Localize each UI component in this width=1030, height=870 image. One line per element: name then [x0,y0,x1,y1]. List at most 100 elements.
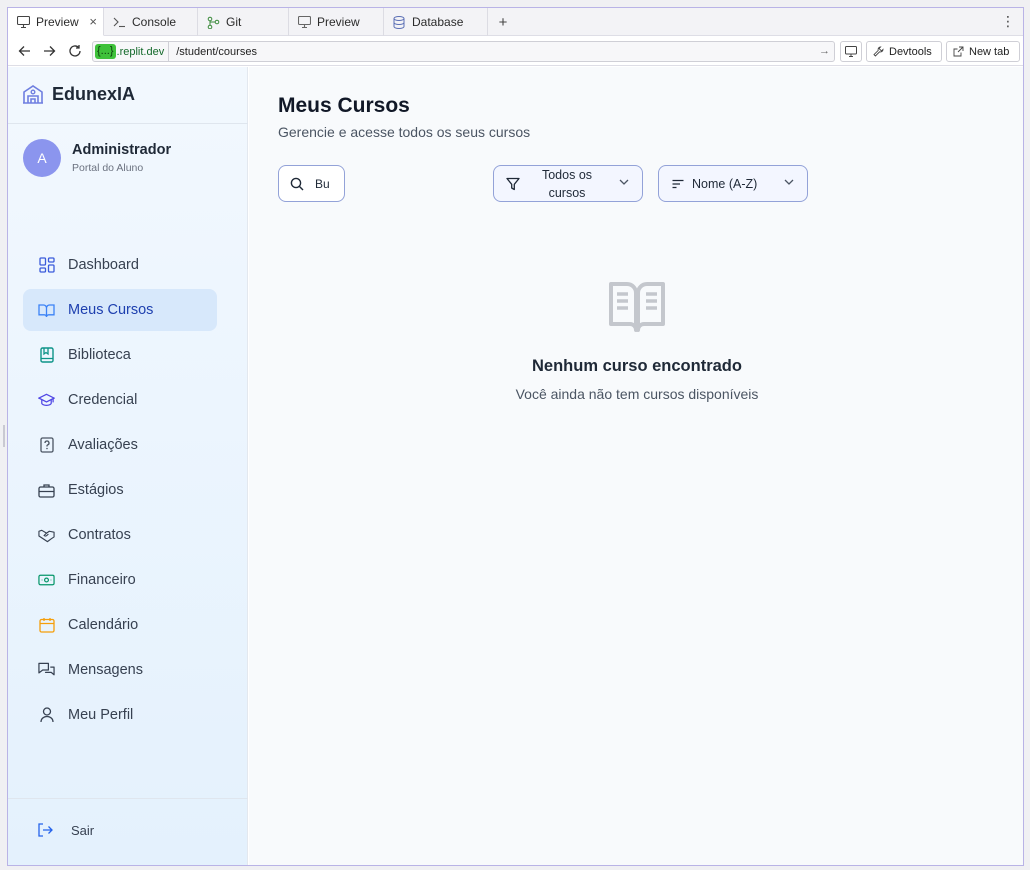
search-icon [290,177,304,191]
tab-label: Preview [317,15,360,29]
close-icon[interactable]: × [89,14,97,29]
tab-console[interactable]: Console [104,8,198,36]
wrench-icon [873,46,884,57]
sort-selected-value: Nome (A-Z) [692,176,758,191]
tab-git[interactable]: Git [198,8,289,36]
divider [8,798,248,799]
school-icon [22,83,44,105]
empty-state-title: Nenhum curso encontrado [532,357,742,375]
file-question-icon [38,437,55,454]
more-vertical-icon[interactable]: ⋮ [1001,13,1015,30]
sidebar-item-label: Biblioteca [68,347,131,363]
address-row: {...} .replit.dev /student/courses → Dev… [8,37,1023,66]
library-icon [38,347,55,364]
sort-select[interactable]: Nome (A-Z) [658,165,808,202]
terminal-icon [112,15,126,29]
search-input[interactable]: Bu [278,165,345,202]
divider [8,123,248,124]
git-branch-icon [206,15,220,29]
sidebar-item-mensagens[interactable]: Mensagens [23,649,217,691]
sidebar-item-label: Dashboard [68,257,139,273]
sidebar-item-biblioteca[interactable]: Biblioteca [23,334,217,376]
book-open-icon [38,302,55,319]
tab-bar: Preview × Console Git Preview Database +… [8,8,1023,36]
tab-label: Database [412,15,464,29]
sidebar-nav: Dashboard Meus Cursos Biblioteca Credenc… [23,244,217,739]
sidebar-item-estagios[interactable]: Estágios [23,469,217,511]
tab-database[interactable]: Database [384,8,488,36]
banknote-icon [38,572,55,589]
sort-icon [672,179,684,189]
sidebar-item-label: Financeiro [68,572,136,588]
sidebar: EdunexIA A Administrador Portal do Aluno… [8,67,248,865]
url-host: {...} .replit.dev [93,42,170,61]
tab-preview[interactable]: Preview [289,8,384,36]
user-card: A Administrador Portal do Aluno [23,139,171,177]
sidebar-item-financeiro[interactable]: Financeiro [23,559,217,601]
new-tab-label: New tab [969,45,1010,58]
sidebar-item-label: Contratos [68,527,131,543]
tab-label: Git [226,15,242,29]
sidebar-item-avaliacoes[interactable]: Avaliações [23,424,217,466]
messages-icon [38,662,55,679]
sidebar-item-label: Meu Perfil [68,707,134,723]
book-open-icon [608,280,666,339]
chevron-down-icon [784,179,794,185]
chevron-down-icon [619,179,629,185]
back-icon[interactable] [16,43,32,59]
monitor-icon [16,15,30,29]
calendar-icon [38,617,55,634]
user-icon [38,707,55,724]
user-name: Administrador [72,142,172,158]
devtools-label: Devtools [889,45,932,58]
reload-icon[interactable] [67,43,83,59]
sidebar-item-contratos[interactable]: Contratos [23,514,217,556]
sidebar-item-label: Estágios [68,482,124,498]
forward-icon[interactable] [41,43,57,59]
sidebar-item-label: Credencial [68,392,138,408]
sidebar-item-calendario[interactable]: Calendário [23,604,217,646]
category-filter-select[interactable]: Todos os cursos [493,165,643,202]
graduation-cap-icon [38,392,55,409]
page-subtitle: Gerencie e acesse todos os seus cursos [278,124,531,140]
monitor-icon [297,15,311,29]
sidebar-item-label: Mensagens [68,662,143,678]
logout-button[interactable]: Sair [37,822,94,838]
user-role: Portal do Aluno [72,162,144,174]
url-badge: {...} [95,44,116,59]
tab-label: Preview [36,14,79,29]
logout-label: Sair [71,822,95,838]
filter-selected-value: Todos os cursos [541,167,593,200]
new-tab-button[interactable]: + [488,8,518,36]
url-host-text: .replit.dev [116,45,165,58]
avatar: A [23,139,61,177]
sidebar-item-dashboard[interactable]: Dashboard [23,244,217,286]
brand-name: EdunexIA [52,83,136,104]
device-preview-button[interactable] [840,41,862,62]
empty-state-subtitle: Você ainda não tem cursos disponíveis [515,386,759,402]
filter-icon [506,177,520,191]
handshake-icon [38,527,55,544]
logout-icon [37,822,53,838]
search-value: Bu [315,176,330,191]
tab-label: Console [132,15,177,29]
url-bar[interactable]: {...} .replit.dev /student/courses → [92,41,835,62]
dashboard-icon [38,257,55,274]
resize-gripper[interactable] [3,425,5,447]
url-path: /student/courses [176,45,257,58]
database-icon [392,15,406,29]
sidebar-item-label: Avaliações [68,437,138,453]
devtools-button[interactable]: Devtools [866,41,942,62]
tab-preview-active[interactable]: Preview × [8,8,104,36]
app-frame: Preview × Console Git Preview Database +… [7,7,1024,866]
arrow-right-icon[interactable]: → [819,45,830,57]
monitor-icon [845,46,857,57]
sidebar-item-meus-cursos[interactable]: Meus Cursos [23,289,217,331]
brand[interactable]: EdunexIA [22,83,135,105]
page-title: Meus Cursos [278,94,410,117]
sidebar-item-meu-perfil[interactable]: Meu Perfil [23,694,217,736]
briefcase-icon [38,482,55,499]
sidebar-item-credencial[interactable]: Credencial [23,379,217,421]
main-content: Meus Cursos Gerencie e acesse todos os s… [249,67,1023,865]
new-tab-link-button[interactable]: New tab [946,41,1020,62]
